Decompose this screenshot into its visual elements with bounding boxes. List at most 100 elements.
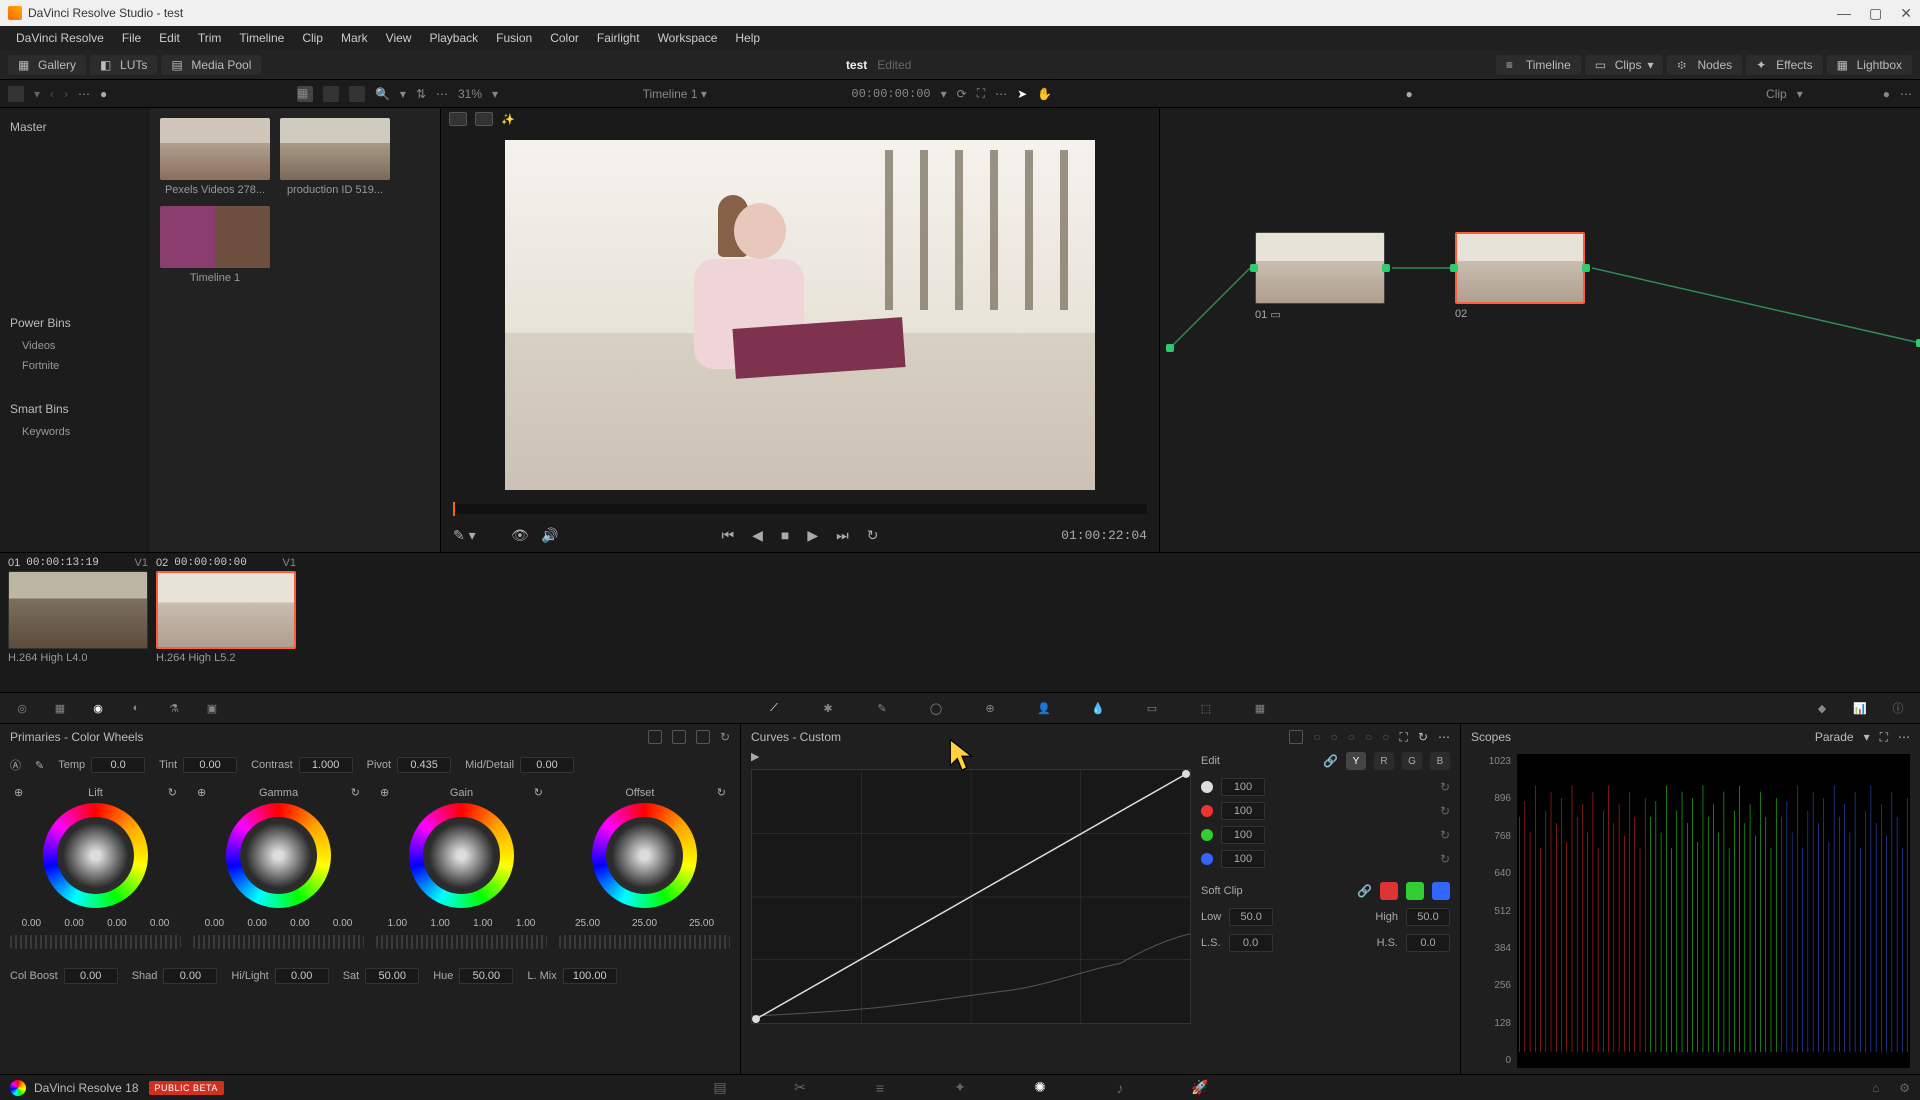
window-icon[interactable]: ◯: [922, 696, 950, 720]
settings-icon[interactable]: ⚙: [1899, 1081, 1910, 1095]
log-mode-icon[interactable]: [696, 730, 710, 744]
timeline-name[interactable]: Timeline 1: [643, 87, 698, 101]
link-icon[interactable]: 🔗: [1323, 754, 1338, 768]
sidebar-master[interactable]: Master: [10, 114, 140, 140]
media-clip[interactable]: Pexels Videos 278...: [160, 118, 270, 196]
prev-frame-icon[interactable]: ◀: [752, 527, 763, 544]
curves-mode-custom-icon[interactable]: [1289, 730, 1303, 744]
menu-view[interactable]: View: [378, 29, 420, 47]
curves-hh-icon[interactable]: ○: [1313, 730, 1320, 745]
node-output-port[interactable]: [1382, 264, 1390, 272]
channel-g-button[interactable]: G: [1402, 752, 1422, 770]
expand-icon[interactable]: ⛶: [1400, 730, 1408, 745]
menu-workspace[interactable]: Workspace: [650, 29, 726, 47]
grid-view-icon[interactable]: [323, 86, 339, 102]
keyframes-icon[interactable]: ◆: [1808, 696, 1836, 720]
input-port[interactable]: [1166, 344, 1174, 352]
reset-icon[interactable]: ↻: [717, 786, 726, 799]
play-icon[interactable]: ▶: [807, 527, 818, 544]
viewer-scrubber[interactable]: [453, 504, 1147, 514]
softclip-g-button[interactable]: [1406, 882, 1424, 900]
more-icon[interactable]: ⋯: [995, 87, 1007, 101]
gain-g[interactable]: 1.00: [473, 918, 492, 929]
chevron-down-icon[interactable]: ▾: [34, 87, 40, 101]
menu-fairlight[interactable]: Fairlight: [589, 29, 648, 47]
clips-button[interactable]: ▭ Clips ▾: [1585, 55, 1664, 75]
reset-icon[interactable]: ↻: [1440, 780, 1450, 794]
hilight-value[interactable]: 0.00: [275, 968, 329, 984]
reset-icon[interactable]: ↻: [351, 786, 360, 799]
menu-playback[interactable]: Playback: [421, 29, 486, 47]
chevron-down-icon[interactable]: ▾: [701, 87, 707, 101]
chevron-down-icon[interactable]: ▾: [1864, 730, 1870, 745]
offset-b[interactable]: 25.00: [689, 918, 714, 929]
curves-hs-icon[interactable]: ○: [1331, 730, 1338, 745]
unmute-icon[interactable]: 👁: [511, 527, 529, 544]
sizing-icon[interactable]: ⬚: [1192, 696, 1220, 720]
expand-icon[interactable]: ⛶: [1880, 730, 1888, 745]
more-icon[interactable]: ⋯: [436, 87, 448, 101]
magic-mask-icon[interactable]: 👤: [1030, 696, 1058, 720]
lmix-value[interactable]: 100.00: [563, 968, 617, 984]
3d-icon[interactable]: ▦: [1246, 696, 1274, 720]
offset-r[interactable]: 25.00: [575, 918, 600, 929]
lift-master[interactable]: [10, 935, 181, 949]
last-frame-icon[interactable]: ⏭: [836, 527, 849, 544]
shad-value[interactable]: 0.00: [163, 968, 217, 984]
menu-trim[interactable]: Trim: [190, 29, 230, 47]
node-input-port[interactable]: [1450, 264, 1458, 272]
sort-icon[interactable]: ⇅: [416, 87, 426, 101]
intensity-r[interactable]: 100: [1221, 802, 1265, 820]
lift-r[interactable]: 0.00: [64, 918, 83, 929]
menu-davinci[interactable]: DaVinci Resolve: [8, 29, 112, 47]
intensity-b[interactable]: 100: [1221, 850, 1265, 868]
curves-hl-icon[interactable]: ○: [1348, 730, 1355, 745]
menu-file[interactable]: File: [114, 29, 149, 47]
dot-icon[interactable]: ●: [1883, 87, 1890, 101]
menu-mark[interactable]: Mark: [333, 29, 376, 47]
rgb-mixer-icon[interactable]: ⚗: [160, 696, 188, 720]
key-icon[interactable]: ▭: [1138, 696, 1166, 720]
reset-icon[interactable]: ↻: [1418, 730, 1428, 745]
sidebar-smartbins[interactable]: Smart Bins: [10, 396, 140, 422]
offset-g[interactable]: 25.00: [632, 918, 657, 929]
hdr-icon[interactable]: ◐: [122, 696, 150, 720]
link-icon[interactable]: 🔗: [1357, 884, 1372, 898]
bars-mode-icon[interactable]: [672, 730, 686, 744]
nodes-button[interactable]: ፨ Nodes: [1667, 55, 1742, 75]
nav-next-icon[interactable]: ›: [64, 87, 68, 101]
audio-icon[interactable]: 🔊: [541, 527, 558, 544]
more-icon[interactable]: ⋯: [78, 87, 90, 101]
wheels-mode-icon[interactable]: [648, 730, 662, 744]
softclip-b-button[interactable]: [1432, 882, 1450, 900]
gamma-g[interactable]: 0.00: [290, 918, 309, 929]
intensity-g[interactable]: 100: [1221, 826, 1265, 844]
record-icon[interactable]: ●: [100, 87, 107, 101]
timeline-clip-02[interactable]: 02 00:00:00:00 V1 H.264 High L5.2: [156, 557, 296, 688]
reset-icon[interactable]: ↻: [534, 786, 543, 799]
sc-hs-value[interactable]: 0.0: [1406, 934, 1450, 952]
page-media-icon[interactable]: ▤: [710, 1078, 730, 1098]
reset-icon[interactable]: ↻: [1440, 804, 1450, 818]
sat-value[interactable]: 50.00: [365, 968, 419, 984]
curves-graph[interactable]: [751, 769, 1191, 1024]
channel-r-button[interactable]: R: [1374, 752, 1394, 770]
sc-high-value[interactable]: 50.0: [1406, 908, 1450, 926]
lift-y[interactable]: 0.00: [22, 918, 41, 929]
plus-icon[interactable]: ⊕: [197, 786, 206, 799]
blur-icon[interactable]: 💧: [1084, 696, 1112, 720]
loop-icon[interactable]: ↻: [867, 527, 879, 544]
more-icon[interactable]: ⋯: [1900, 87, 1912, 101]
gamma-b[interactable]: 0.00: [333, 918, 352, 929]
colboost-value[interactable]: 0.00: [64, 968, 118, 984]
sc-ls-value[interactable]: 0.0: [1229, 934, 1273, 952]
offset-wheel[interactable]: [592, 803, 697, 908]
hand-icon[interactable]: ✋: [1037, 87, 1052, 101]
close-icon[interactable]: ✕: [1900, 5, 1912, 22]
gain-y[interactable]: 1.00: [388, 918, 407, 929]
gamma-master[interactable]: [193, 935, 364, 949]
reset-icon[interactable]: ↻: [720, 730, 730, 744]
mediapool-button[interactable]: ▤ Media Pool: [161, 55, 261, 75]
info-icon[interactable]: ⓘ: [1884, 696, 1912, 720]
page-cut-icon[interactable]: ✂: [790, 1078, 810, 1098]
